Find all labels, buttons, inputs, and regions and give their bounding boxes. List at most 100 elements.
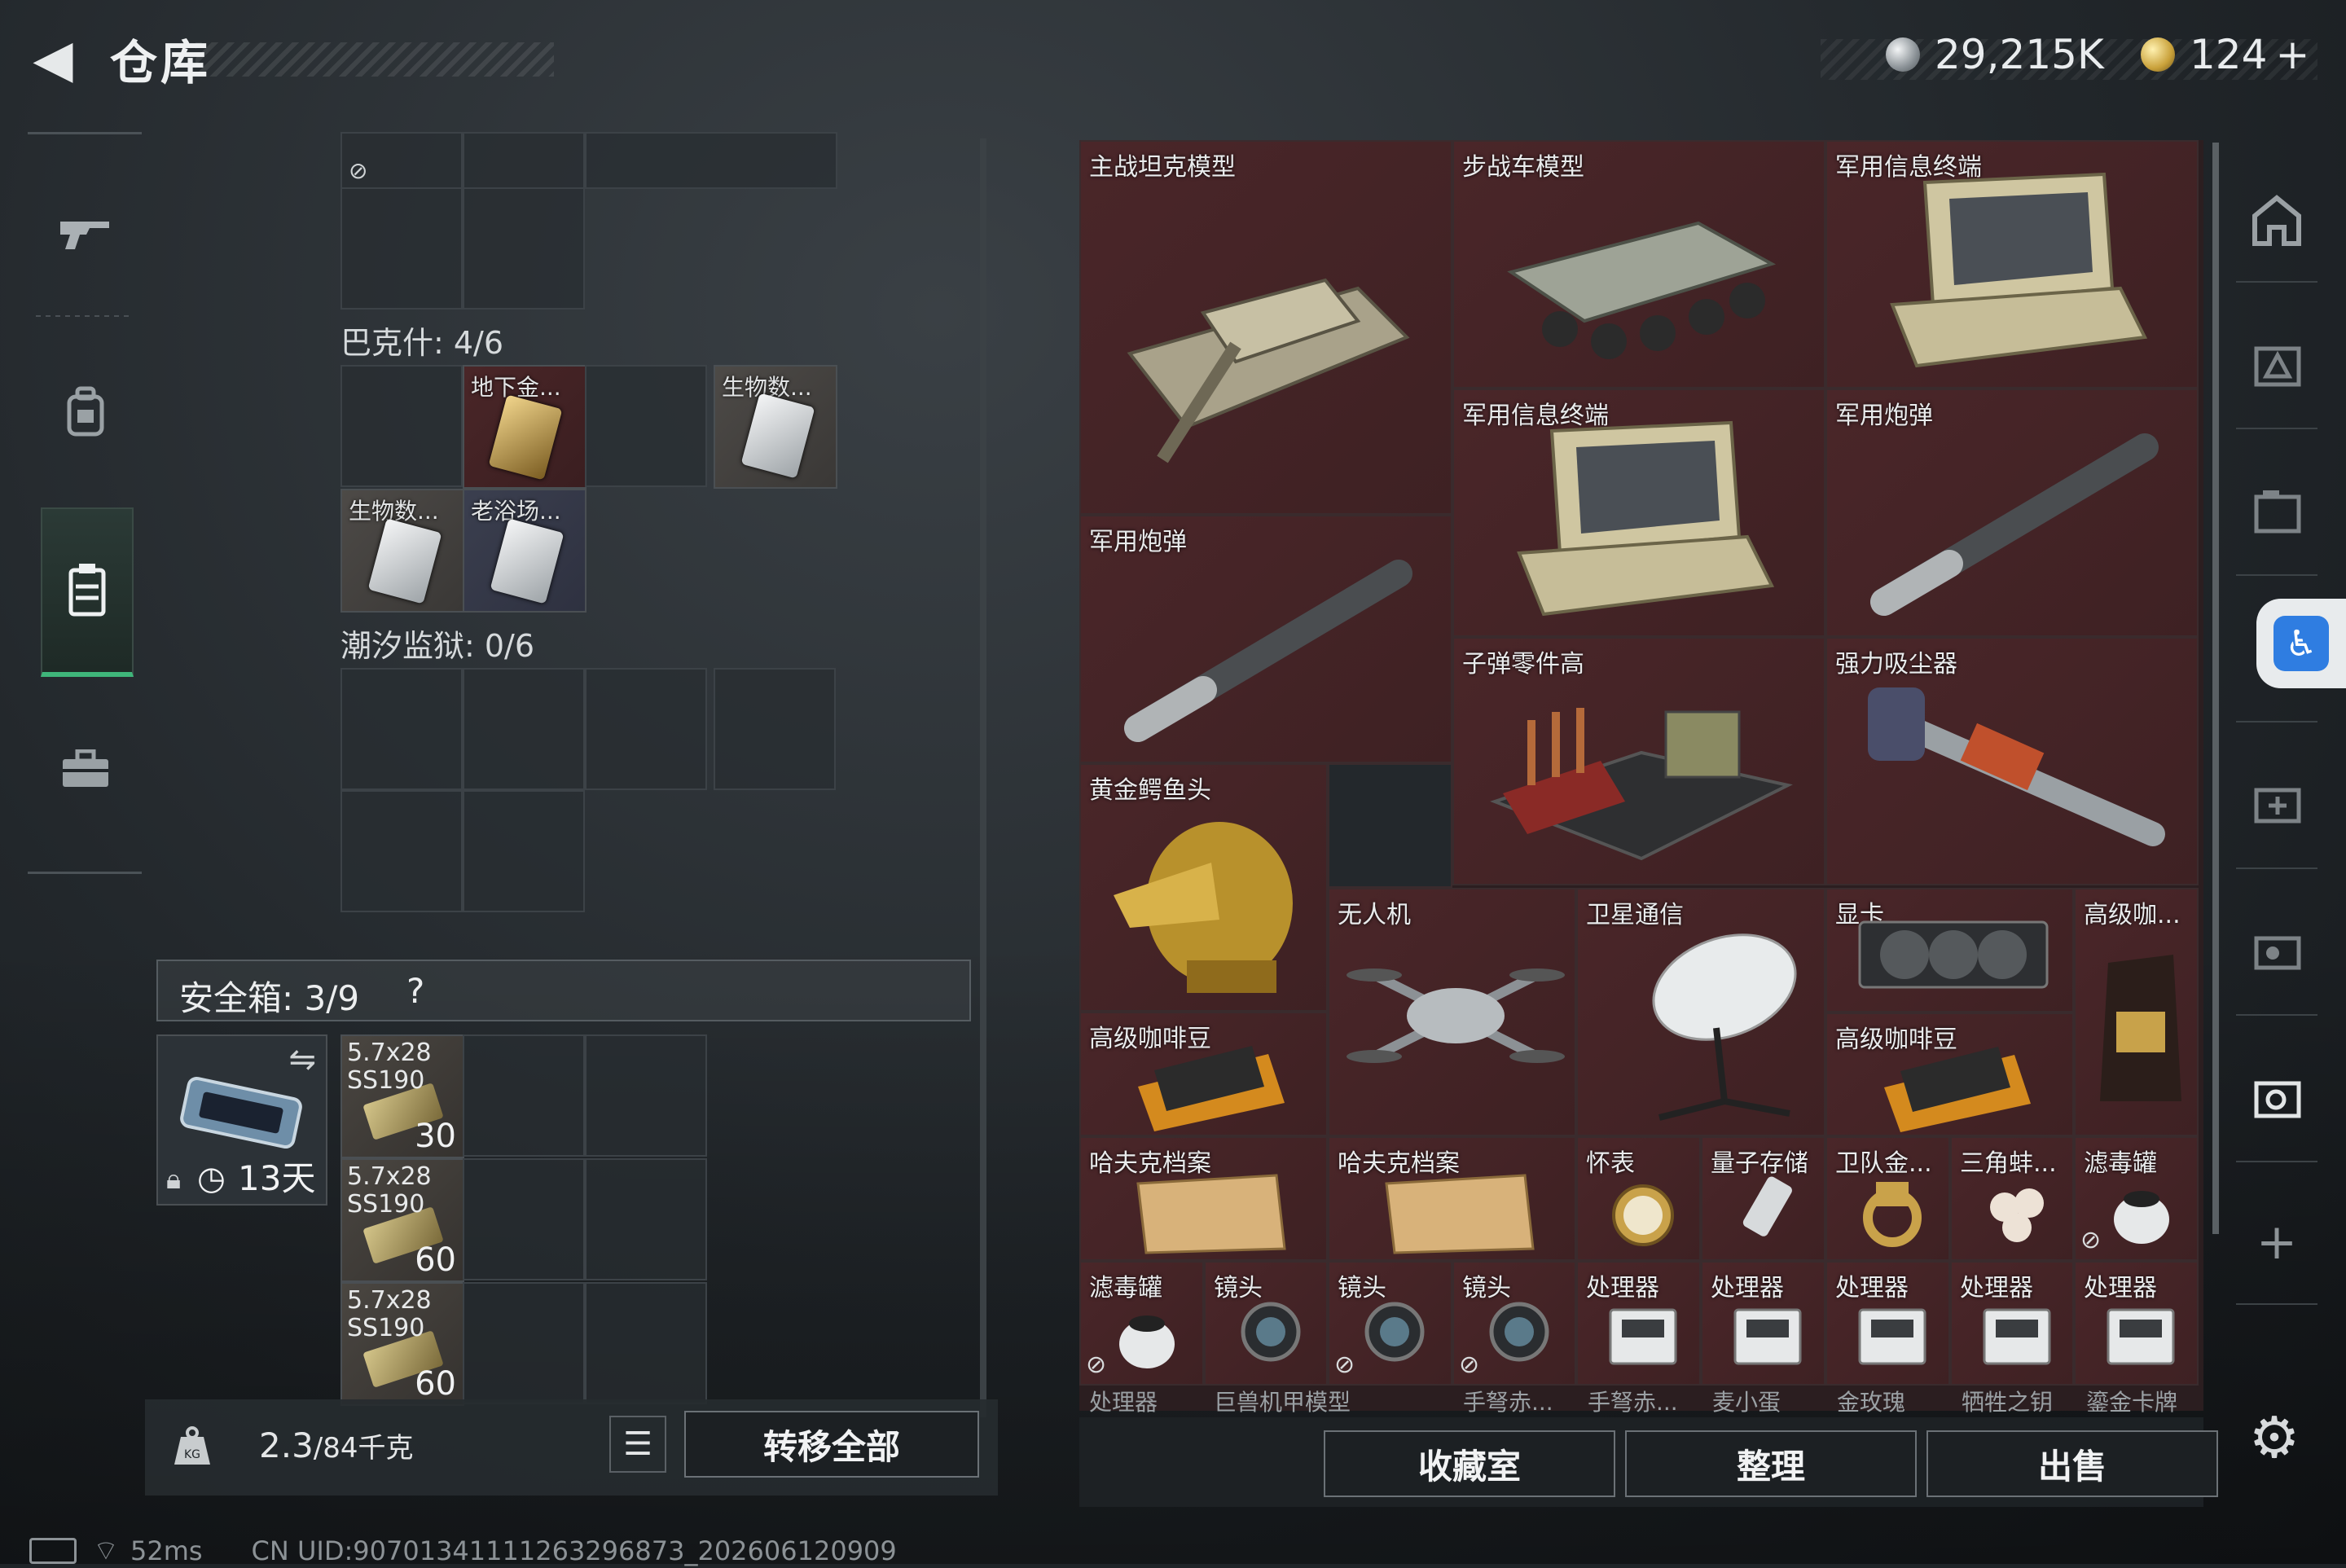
stash-item-processor[interactable]: 处理器 bbox=[1701, 1261, 1825, 1386]
empty-slot[interactable] bbox=[1328, 763, 1452, 888]
stash-item-tank-model[interactable]: 主战坦克模型 bbox=[1079, 140, 1452, 515]
stash-item-filter-canister[interactable]: 滤毒罐 ⊘ bbox=[2074, 1136, 2199, 1261]
organize-button[interactable]: 整理 bbox=[1625, 1430, 1917, 1497]
silver-currency[interactable]: 29,215K bbox=[1886, 31, 2104, 78]
stash-footer: 收藏室 整理 出售 bbox=[1079, 1417, 2218, 1507]
safebox-label: 安全箱: 3/9 bbox=[179, 978, 360, 1018]
stash-item-guard-gold-ring[interactable]: 卫队金... bbox=[1825, 1136, 1950, 1261]
stash-item-processor[interactable]: 处理器 bbox=[1950, 1261, 2074, 1386]
grid-cell[interactable] bbox=[585, 132, 837, 189]
nav-briefcase[interactable] bbox=[41, 688, 130, 851]
collection-card[interactable]: 生物数... bbox=[340, 489, 464, 613]
stash-item-pocket-watch[interactable]: 怀表 bbox=[1576, 1136, 1701, 1261]
grid-cell[interactable] bbox=[340, 668, 463, 790]
nav-vest[interactable] bbox=[41, 507, 134, 677]
stash-page-3-icon[interactable] bbox=[2236, 468, 2317, 550]
usb-drive-icon bbox=[1742, 1176, 1792, 1236]
grid-cell[interactable] bbox=[585, 1282, 707, 1404]
stash-item-lens[interactable]: 镜头 ⊘ bbox=[1452, 1261, 1576, 1386]
stash-item-haavk-archive[interactable]: 哈夫克档案 bbox=[1328, 1136, 1576, 1261]
grid-cell[interactable] bbox=[463, 1282, 585, 1404]
stash-item-satellite-comm[interactable]: 卫星通信 bbox=[1576, 888, 1825, 1136]
stash-item-filter-canister[interactable]: 滤毒罐 ⊘ bbox=[1079, 1261, 1204, 1386]
gold-currency[interactable]: 124 + bbox=[2141, 31, 2309, 78]
grid-cell[interactable] bbox=[340, 790, 463, 912]
stash-item-golden-croc-head[interactable]: 黄金鳄鱼头 bbox=[1079, 763, 1328, 1012]
ammo-name: 5.7x28 SS190 bbox=[347, 1162, 432, 1219]
stash-item-premium-coffee[interactable]: 高级咖... bbox=[2074, 888, 2199, 1136]
stash-item-military-shell[interactable]: 军用炮弹 bbox=[1825, 389, 2199, 637]
stash-page-5-icon[interactable] bbox=[2236, 762, 2317, 843]
stash-page-2-icon[interactable] bbox=[2236, 322, 2317, 403]
safebox-case-item[interactable]: ⇋ 🔒︎ ◷ 13天 bbox=[156, 1034, 327, 1206]
stash-item-processor[interactable]: 处理器 bbox=[2074, 1261, 2199, 1386]
collection-card[interactable]: 生物数... bbox=[714, 365, 837, 489]
grid-cell[interactable]: ⊘ bbox=[340, 132, 463, 189]
grid-cell[interactable] bbox=[340, 187, 463, 310]
stash-item-vacuum-cleaner[interactable]: 强力吸尘器 bbox=[1825, 637, 2199, 885]
stash-page-main-icon[interactable] bbox=[2236, 179, 2317, 261]
gold-plus-icon[interactable]: + bbox=[2275, 31, 2309, 78]
stash-item-triangle-clam[interactable]: 三角蚌... bbox=[1950, 1136, 2074, 1261]
grid-cell[interactable] bbox=[585, 668, 707, 790]
sell-button[interactable]: 出售 bbox=[1926, 1430, 2218, 1497]
camera-lens-icon bbox=[1241, 1302, 1301, 1362]
ammo-item[interactable]: 5.7x28 SS190 60 bbox=[340, 1282, 464, 1406]
list-view-button[interactable]: ☰ bbox=[609, 1416, 666, 1473]
stash-item-lens[interactable]: 镜头 ⊘ bbox=[1328, 1261, 1452, 1386]
safebox-help-icon[interactable]: ? bbox=[406, 971, 424, 1011]
collection-room-button[interactable]: 收藏室 bbox=[1324, 1430, 1615, 1497]
terminal-icon bbox=[1517, 420, 1775, 617]
grid-cell[interactable] bbox=[585, 1034, 707, 1157]
accessibility-button[interactable]: ♿ bbox=[2256, 599, 2346, 688]
settings-gear-icon[interactable]: ⚙ bbox=[2242, 1404, 2307, 1471]
stash-item-graphics-card[interactable]: 显卡 bbox=[1825, 888, 2074, 1012]
stash-page-6-icon[interactable] bbox=[2236, 908, 2317, 990]
grid-cell[interactable] bbox=[463, 668, 585, 790]
stash-item-military-shell[interactable]: 军用炮弹 bbox=[1079, 515, 1452, 763]
stash-item-lens[interactable]: 镜头 bbox=[1204, 1261, 1328, 1386]
stash-item-haavk-archive[interactable]: 哈夫克档案 bbox=[1079, 1136, 1328, 1261]
grid-cell[interactable] bbox=[463, 790, 585, 912]
storage-scrollbar[interactable] bbox=[980, 138, 986, 1417]
add-stash-page-icon[interactable]: + bbox=[2236, 1201, 2317, 1283]
stash-item-processor[interactable]: 处理器 bbox=[1576, 1261, 1701, 1386]
ammo-item[interactable]: 5.7x28 SS190 60 bbox=[340, 1158, 464, 1282]
shell-icon bbox=[1870, 433, 2159, 616]
no-sell-icon: ⊘ bbox=[1459, 1351, 1480, 1379]
grid-cell[interactable] bbox=[463, 1034, 585, 1157]
grid-cell[interactable] bbox=[585, 365, 707, 487]
nav-backpack[interactable] bbox=[41, 330, 130, 493]
nav-weapon[interactable] bbox=[41, 151, 130, 314]
grid-cell[interactable] bbox=[463, 187, 585, 310]
stash-item-premium-coffee-beans[interactable]: 高级咖啡豆 bbox=[1079, 1012, 1328, 1136]
ammo-item[interactable]: 5.7x28 SS190 30 bbox=[340, 1034, 464, 1158]
collection-card[interactable]: 老浴场... bbox=[463, 489, 586, 613]
list-icon: ☰ bbox=[623, 1425, 652, 1463]
collection-card[interactable]: 地下金... bbox=[463, 365, 586, 489]
grid-cell[interactable] bbox=[463, 1158, 585, 1280]
item-label: 主战坦克模型 bbox=[1089, 153, 1236, 182]
stash-item-drone[interactable]: 无人机 bbox=[1328, 888, 1576, 1136]
stash-item-military-terminal[interactable]: 军用信息终端 bbox=[1825, 140, 2199, 389]
swap-icon[interactable]: ⇋ bbox=[288, 1041, 316, 1078]
stash-item-premium-coffee-beans[interactable]: 高级咖啡豆 bbox=[1825, 1012, 2074, 1136]
back-button[interactable]: ◀ bbox=[24, 29, 81, 90]
stash-item-military-terminal[interactable]: 军用信息终端 bbox=[1452, 389, 1825, 637]
ammo-name: 5.7x28 SS190 bbox=[347, 1286, 432, 1342]
ammo-count: 60 bbox=[415, 1241, 456, 1279]
stash-scrollbar[interactable] bbox=[2212, 143, 2219, 1234]
header: ◀ 仓库 29,215K 124 + bbox=[0, 0, 2346, 122]
stash-page-7-icon[interactable] bbox=[2236, 1055, 2317, 1136]
grid-cell[interactable] bbox=[463, 132, 585, 189]
transfer-all-button[interactable]: 转移全部 bbox=[684, 1411, 979, 1478]
stash-item-processor[interactable]: 处理器 bbox=[1825, 1261, 1950, 1386]
processor-icon bbox=[2107, 1308, 2175, 1365]
stash-item-ifv-model[interactable]: 步战车模型 bbox=[1452, 140, 1825, 389]
stash-item-bullet-parts[interactable]: 子弹零件高 bbox=[1452, 637, 1825, 885]
grid-cell[interactable] bbox=[714, 668, 836, 790]
stash-item-quantum-storage[interactable]: 量子存储 bbox=[1701, 1136, 1825, 1261]
grid-cell[interactable] bbox=[585, 1158, 707, 1280]
lock-icon: 🔒︎ bbox=[166, 1163, 182, 1196]
grid-cell[interactable] bbox=[340, 365, 463, 487]
